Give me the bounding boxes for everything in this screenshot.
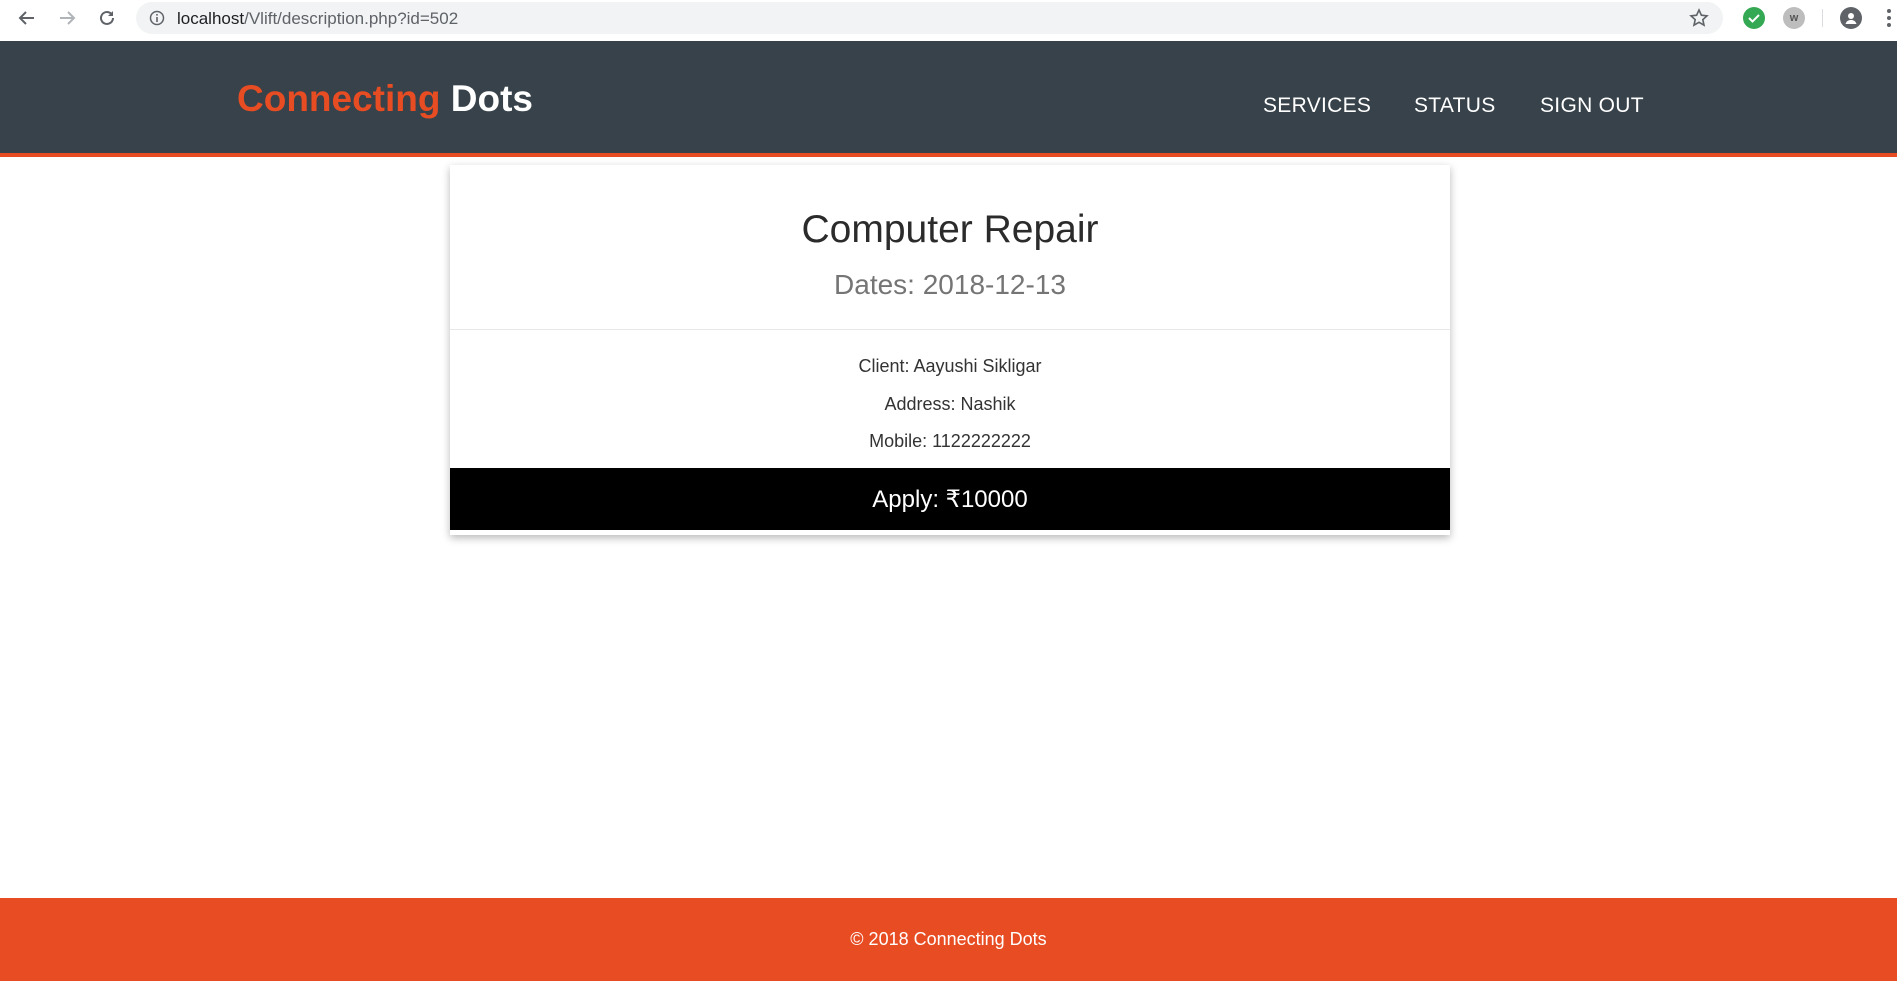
url-host: localhost [177,9,245,28]
service-card: Computer Repair Dates: 2018-12-13 Client… [450,165,1450,535]
reload-button[interactable] [95,6,119,30]
browser-toolbar: localhost/Vlift/description.php?id=502 w [0,0,1897,41]
service-dates: Dates: 2018-12-13 [834,269,1066,300]
extension-check-icon[interactable] [1743,7,1765,29]
service-title: Computer Repair [801,208,1099,251]
site-header: Connecting Dots SERVICES STATUS SIGN OUT [0,41,1897,157]
profile-icon[interactable] [1840,7,1862,29]
address-bar[interactable]: localhost/Vlift/description.php?id=502 [136,2,1723,34]
mobile-info: Mobile: 1122222222 [869,431,1031,451]
apply-button[interactable]: Apply: ₹10000 [450,468,1450,530]
forward-button[interactable] [55,6,79,30]
back-button[interactable] [15,6,39,30]
back-arrow-icon [18,11,34,25]
nav-sign-out[interactable]: SIGN OUT [1540,94,1644,118]
card-divider [450,329,1450,330]
bookmark-star-icon[interactable] [1689,8,1709,28]
brand-part2: Dots [450,78,533,119]
info-icon[interactable] [149,10,165,26]
url-path: /Vlift/description.php?id=502 [244,9,459,28]
reload-icon [100,10,114,25]
forward-arrow-icon [60,11,76,25]
client-info: Client: Aayushi Sikligar [858,356,1042,376]
nav-status[interactable]: STATUS [1414,94,1496,118]
apply-button-label: Apply: ₹10000 [872,485,1028,513]
footer-copyright: © 2018 Connecting Dots [850,929,1047,949]
toolbar-divider [1822,9,1823,27]
url-text[interactable]: localhost/Vlift/description.php?id=502 [177,9,458,29]
extension-w-icon[interactable]: w [1783,7,1805,29]
site-footer: © 2018 Connecting Dots [0,898,1897,981]
browser-menu-icon[interactable] [1886,8,1892,28]
brand-logo[interactable]: Connecting Dots [237,78,533,120]
nav-services[interactable]: SERVICES [1263,94,1371,118]
brand-part1: Connecting [237,78,441,119]
address-info: Address: Nashik [884,394,1016,414]
